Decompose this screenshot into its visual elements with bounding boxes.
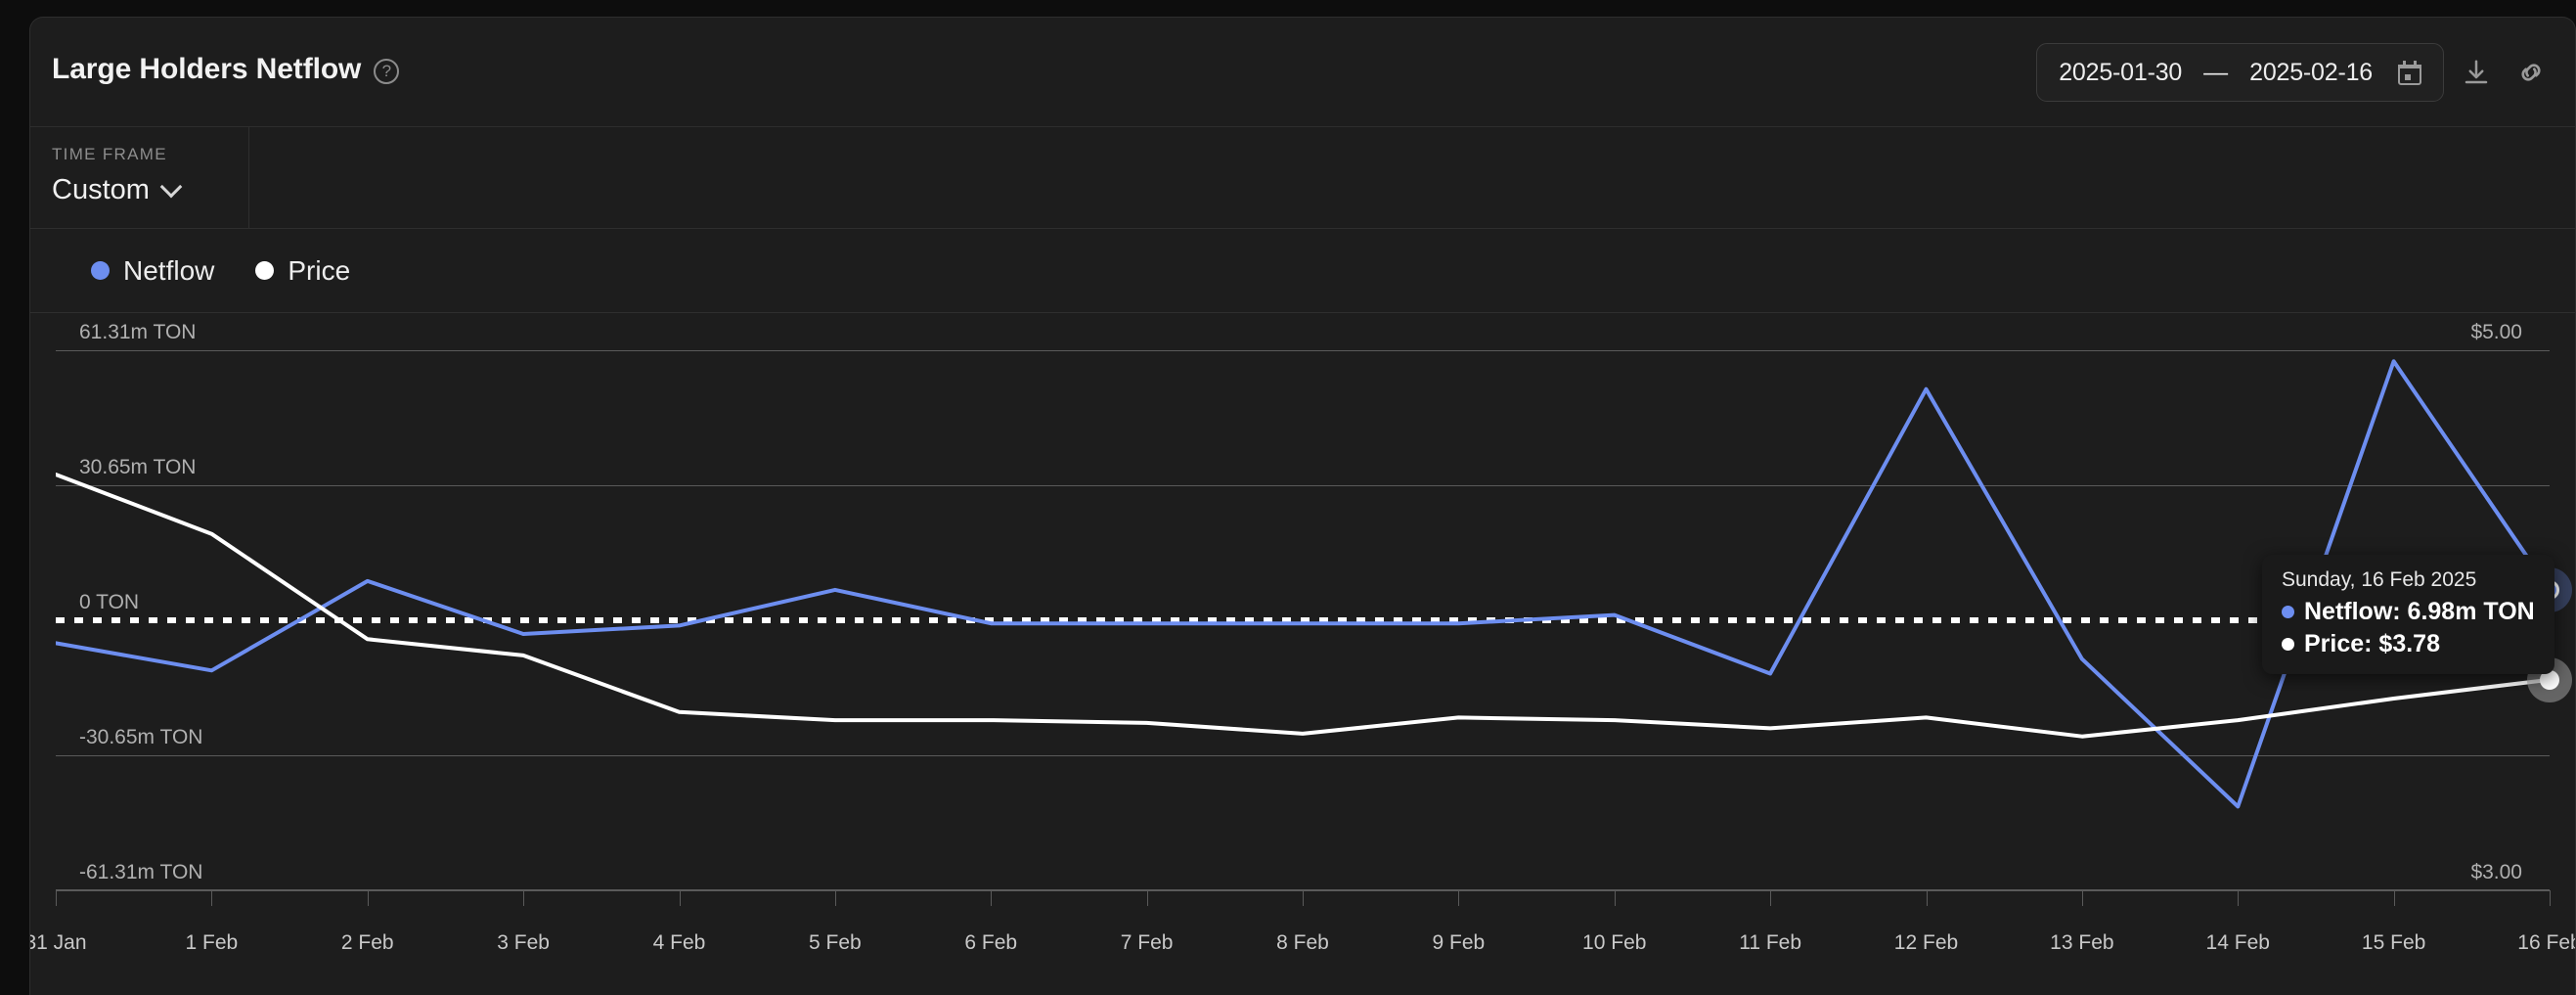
plot-region: 61.31m TON 30.65m TON 0 TON -30.65m TON -61.… xyxy=(56,321,2572,891)
x-axis-tick xyxy=(2550,890,2551,906)
timeframe-selector[interactable]: TIME FRAME Custom xyxy=(30,127,249,228)
timeframe-spacer xyxy=(249,127,2575,228)
legend-label-netflow: Netflow xyxy=(123,254,215,286)
y-axis-left-tick: -61.31m TON xyxy=(79,861,203,883)
x-axis-label: 2 Feb xyxy=(340,931,394,954)
tooltip-row-netflow: Netflow: 6.98m TON xyxy=(2282,598,2535,626)
x-axis-tick xyxy=(1770,890,1772,906)
copy-link-button[interactable] xyxy=(2509,50,2554,95)
tooltip-netflow-value: Netflow: 6.98m TON xyxy=(2304,597,2535,625)
legend-item-netflow[interactable]: Netflow xyxy=(91,255,214,287)
series-line-netflow xyxy=(56,361,2550,806)
x-axis-tick xyxy=(2238,890,2240,906)
y-axis-right-tick: $3.00 xyxy=(2470,861,2522,883)
title-group: Large Holders Netflow ? xyxy=(52,53,400,86)
x-axis-tick xyxy=(991,890,993,906)
x-axis-label: 4 Feb xyxy=(652,931,706,954)
tooltip-dot-netflow xyxy=(2282,605,2294,618)
x-axis-label: 12 Feb xyxy=(1893,931,1959,954)
x-axis-label: 31 Jan xyxy=(29,931,87,954)
x-axis-label: 7 Feb xyxy=(1120,931,1174,954)
date-from: 2025-01-30 xyxy=(2059,58,2183,86)
x-axis-tick xyxy=(1146,890,1148,906)
series-lines xyxy=(56,350,2550,890)
calendar-icon xyxy=(2398,60,2421,85)
x-axis-label: 13 Feb xyxy=(2050,931,2114,954)
chart-tooltip: Sunday, 16 Feb 2025 Netflow: 6.98m TON P… xyxy=(2262,554,2554,674)
chart-area[interactable]: 61.31m TON 30.65m TON 0 TON -30.65m TON -61.… xyxy=(30,313,2575,994)
x-axis-label: 1 Feb xyxy=(185,931,239,954)
series-line-price xyxy=(56,475,2550,737)
x-axis-tick xyxy=(1303,890,1304,906)
timeframe-value: Custom xyxy=(52,174,150,205)
x-axis-tick xyxy=(1926,890,1928,906)
header-actions: 2025-01-30 — 2025-02-16 xyxy=(2036,43,2554,102)
legend-dot-price xyxy=(255,261,275,280)
timeframe-label: TIME FRAME xyxy=(52,145,167,163)
x-axis-label: 14 Feb xyxy=(2205,931,2270,954)
x-axis-tick xyxy=(56,890,57,906)
x-axis-label: 5 Feb xyxy=(809,931,862,954)
x-axis-label: 9 Feb xyxy=(1432,931,1486,954)
legend-dot-netflow xyxy=(91,261,110,280)
x-axis-label: 3 Feb xyxy=(497,931,550,954)
y-axis-right-tick: $5.00 xyxy=(2470,321,2522,343)
x-axis-tick xyxy=(211,890,213,906)
x-axis-tick xyxy=(523,890,525,906)
chevron-down-icon xyxy=(159,175,183,199)
x-axis-tick xyxy=(1614,890,1616,906)
link-icon xyxy=(2521,64,2541,81)
help-circle-icon[interactable]: ? xyxy=(374,58,400,84)
date-range-picker[interactable]: 2025-01-30 — 2025-02-16 xyxy=(2036,43,2444,102)
y-axis-left-tick: 61.31m TON xyxy=(79,321,197,343)
legend-label-price: Price xyxy=(288,254,351,286)
timeframe-value-row[interactable]: Custom xyxy=(52,174,248,206)
card-header: Large Holders Netflow ? 2025-01-30 — 202… xyxy=(30,18,2575,127)
y-axis-left-tick: 0 TON xyxy=(79,591,140,613)
page-title: Large Holders Netflow xyxy=(52,53,362,85)
x-axis-tick xyxy=(367,890,369,906)
x-axis-tick xyxy=(2393,890,2395,906)
x-axis-label: 15 Feb xyxy=(2361,931,2426,954)
x-axis-label: 8 Feb xyxy=(1276,931,1329,954)
x-axis-label: 10 Feb xyxy=(1582,931,1647,954)
y-axis-left-tick: -30.65m TON xyxy=(79,725,203,748)
date-separator: — xyxy=(2203,58,2229,86)
x-axis-tick xyxy=(1458,890,1460,906)
chart-legend: Netflow Price xyxy=(30,229,2575,313)
y-axis-left-tick: 30.65m TON xyxy=(79,456,197,479)
timeframe-strip: TIME FRAME Custom xyxy=(30,127,2575,229)
x-axis-tick xyxy=(2081,890,2083,906)
x-axis-tick xyxy=(679,890,681,906)
tooltip-price-value: Price: $3.78 xyxy=(2304,629,2440,657)
tooltip-dot-price xyxy=(2282,637,2294,651)
x-axis-label: 6 Feb xyxy=(964,931,1018,954)
x-axis-tick xyxy=(834,890,836,906)
tooltip-date: Sunday, 16 Feb 2025 xyxy=(2282,567,2477,591)
x-axis-label: 16 Feb xyxy=(2517,931,2576,954)
legend-item-price[interactable]: Price xyxy=(255,255,350,287)
x-axis-label: 11 Feb xyxy=(1739,931,1802,954)
date-to: 2025-02-16 xyxy=(2249,58,2373,86)
tooltip-row-price: Price: $3.78 xyxy=(2282,630,2535,658)
chart-card: Large Holders Netflow ? 2025-01-30 — 202… xyxy=(29,17,2576,995)
download-icon xyxy=(2465,60,2488,84)
download-button[interactable] xyxy=(2454,50,2499,95)
